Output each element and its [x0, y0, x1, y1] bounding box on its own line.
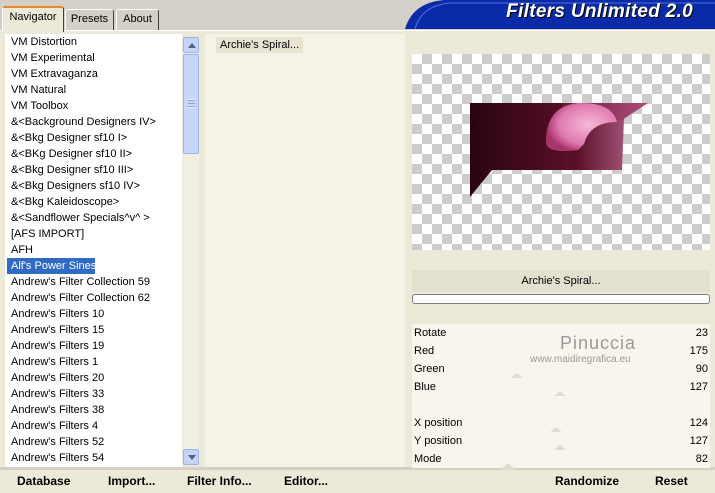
category-item[interactable]: VM Natural — [5, 82, 182, 98]
category-item[interactable]: &<Background Designers IV> — [5, 114, 182, 130]
progress-bar — [412, 294, 710, 304]
tab-about[interactable]: About — [116, 9, 159, 30]
category-item[interactable]: VM Experimental — [5, 50, 182, 66]
bottom-toolbar: Database Import... Filter Info... Editor… — [0, 470, 715, 493]
param-value: 175 — [689, 345, 708, 357]
category-item[interactable]: &<Bkg Designer sf10 III> — [5, 162, 182, 178]
selected-filter-name: Archie's Spiral... — [412, 270, 710, 292]
category-item[interactable]: Andrew's Filters 1 — [5, 354, 182, 370]
tab-about-label: About — [123, 13, 152, 25]
category-item[interactable]: &<Bkg Designers sf10 IV> — [5, 178, 182, 194]
param-label: Green — [414, 363, 445, 375]
tab-presets-label: Presets — [70, 13, 109, 25]
category-list[interactable]: VM Distortion VM Experimental VM Extravaga… — [5, 34, 182, 467]
tab-bar: Navigator Presets About — [0, 0, 405, 32]
category-item[interactable]: Andrew's Filter Collection 59 — [5, 274, 182, 290]
category-item[interactable]: AFH — [5, 242, 182, 258]
filter-info-button[interactable]: Filter Info... — [187, 474, 252, 488]
category-item[interactable]: VM Extravaganza — [5, 66, 182, 82]
category-item[interactable]: VM Toolbox — [5, 98, 182, 114]
param-x-position[interactable]: X position 124 — [412, 414, 710, 434]
category-item[interactable]: Andrew's Filters 19 — [5, 338, 182, 354]
param-mode[interactable]: Mode 82 — [412, 450, 710, 470]
param-value: 124 — [689, 417, 708, 429]
filter-list[interactable]: Archie's Spiral... — [205, 34, 405, 467]
category-item[interactable]: Andrew's Filters 33 — [5, 386, 182, 402]
import-button[interactable]: Import... — [108, 474, 155, 488]
param-label: X position — [414, 417, 463, 429]
title-banner: Filters Unlimited 2.0 — [405, 0, 715, 29]
category-item[interactable]: Andrew's Filters 52 — [5, 434, 182, 450]
tab-navigator-label: Navigator — [9, 11, 57, 23]
category-item[interactable]: &<BKg Designer sf10 II> — [5, 146, 182, 162]
param-label: Blue — [414, 381, 437, 393]
scroll-thumb[interactable] — [183, 54, 199, 154]
param-label: Red — [414, 345, 435, 357]
database-button[interactable]: Database — [17, 474, 70, 488]
filter-item[interactable]: Archie's Spiral... — [216, 37, 304, 53]
category-item[interactable]: Andrew's Filters 54 — [5, 450, 182, 466]
category-item[interactable]: Andrew's Filters 4 — [5, 418, 182, 434]
reset-button[interactable]: Reset — [655, 474, 688, 488]
category-scrollbar[interactable] — [183, 37, 199, 465]
category-item[interactable]: Andrew's Filters 10 — [5, 306, 182, 322]
slider-marker — [500, 463, 516, 470]
category-item[interactable]: &<Bkg Designer sf10 I> — [5, 130, 182, 146]
param-value: 82 — [695, 453, 708, 465]
preview-canvas — [412, 54, 710, 250]
param-label: Y position — [414, 435, 463, 447]
param-value: 90 — [695, 363, 708, 375]
param-value: 127 — [689, 381, 708, 393]
param-value: 23 — [695, 327, 708, 339]
param-empty[interactable] — [412, 396, 710, 414]
category-item[interactable]: &<Sandflower Specials^v^ > — [5, 210, 182, 226]
param-blue[interactable]: Blue 127 — [412, 378, 710, 398]
param-label: Mode — [414, 453, 442, 465]
tab-navigator[interactable]: Navigator — [2, 6, 64, 32]
tab-presets[interactable]: Presets — [65, 9, 114, 30]
scroll-down-button[interactable] — [183, 449, 199, 465]
app-title: Filters Unlimited 2.0 — [506, 1, 693, 22]
category-item[interactable]: Alf's Power Sines — [7, 258, 96, 274]
category-item[interactable]: &<Bkg Kaleidoscope> — [5, 194, 182, 210]
category-item[interactable]: VM Distortion — [5, 34, 182, 50]
editor-button[interactable]: Editor... — [284, 474, 328, 488]
param-rotate[interactable]: Rotate 23 — [412, 324, 710, 342]
category-item[interactable]: Andrew's Filter Collection 62 — [5, 290, 182, 306]
category-item[interactable]: Andrew's Filters 15 — [5, 322, 182, 338]
category-item[interactable]: Andrew's Filters 38 — [5, 402, 182, 418]
category-item[interactable]: Andrew's Filters 20 — [5, 370, 182, 386]
param-value: 127 — [689, 435, 708, 447]
preview-image — [470, 102, 648, 197]
scroll-up-button[interactable] — [183, 37, 199, 53]
param-y-position[interactable]: Y position 127 — [412, 432, 710, 452]
param-green[interactable]: Green 90 — [412, 360, 710, 380]
param-red[interactable]: Red 175 — [412, 342, 710, 360]
parameter-panel: Rotate 23 Red 175 Green 90 Blue 127 X positi… — [412, 324, 710, 470]
randomize-button[interactable]: Randomize — [555, 474, 619, 488]
param-label: Rotate — [414, 327, 447, 339]
category-item[interactable]: [AFS IMPORT] — [5, 226, 182, 242]
